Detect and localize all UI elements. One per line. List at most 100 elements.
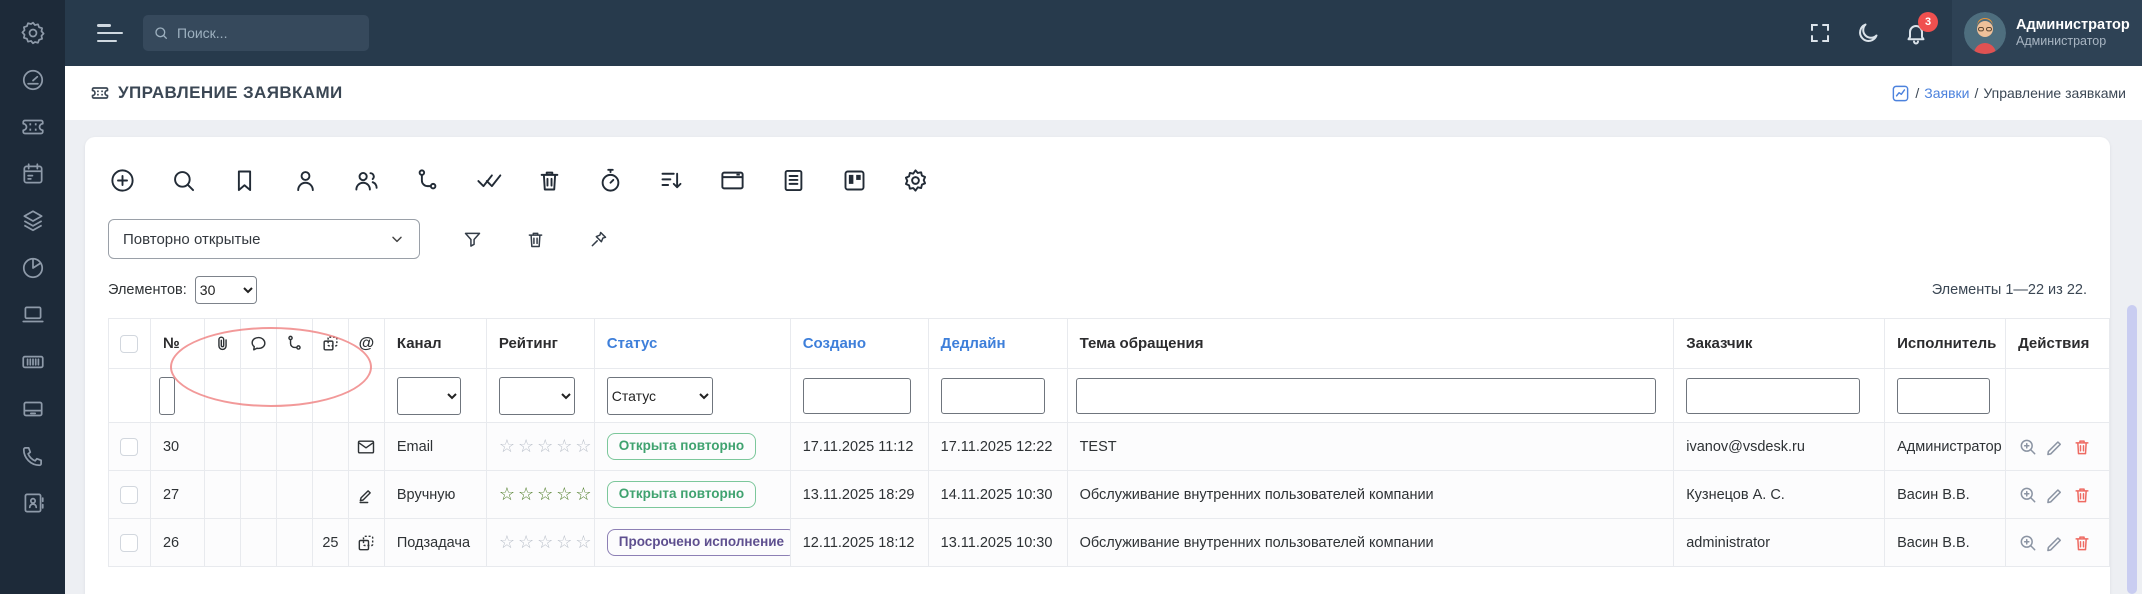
col-header-status[interactable]: Статус xyxy=(595,319,791,369)
sort-descending-button[interactable] xyxy=(656,165,686,195)
assign-user-button[interactable] xyxy=(290,165,320,195)
filter-deadline-input[interactable] xyxy=(941,378,1045,414)
saved-filter-select[interactable]: Повторно открытые xyxy=(108,219,420,259)
search-input[interactable] xyxy=(177,25,347,41)
comment-icon[interactable] xyxy=(249,334,268,353)
timer-button[interactable] xyxy=(595,165,625,195)
pie-chart-icon[interactable] xyxy=(20,255,46,281)
row-checkbox[interactable] xyxy=(120,438,138,456)
parent-ticket xyxy=(313,471,349,519)
fullscreen-icon[interactable] xyxy=(1808,21,1832,45)
menu-toggle-icon[interactable] xyxy=(97,24,123,42)
filter-num-input[interactable] xyxy=(159,377,175,415)
archive-icon[interactable] xyxy=(20,396,46,422)
delete-ticket-button[interactable] xyxy=(2072,437,2092,457)
workflow-button[interactable] xyxy=(412,165,442,195)
table-row[interactable]: 30 Email ☆☆☆☆☆ Открыта повторно 17.11.20… xyxy=(109,423,2110,471)
select-all-checkbox[interactable] xyxy=(120,335,138,353)
breadcrumb-current: Управление заявками xyxy=(1983,85,2126,101)
contacts-icon[interactable] xyxy=(20,490,46,516)
global-search[interactable] xyxy=(143,15,369,51)
edit-ticket-button[interactable] xyxy=(2045,485,2065,505)
subject-cell[interactable]: TEST xyxy=(1068,423,1675,471)
breadcrumb-separator: / xyxy=(1915,85,1919,101)
subject-cell[interactable]: Обслуживание внутренних пользователей ко… xyxy=(1068,519,1675,567)
per-page-select[interactable]: 30 xyxy=(195,276,257,304)
subtask-icon[interactable] xyxy=(285,334,304,353)
col-header-assignee[interactable]: Исполнитель xyxy=(1885,319,2006,369)
search-tickets-button[interactable] xyxy=(168,165,198,195)
window-view-button[interactable] xyxy=(717,165,747,195)
row-checkbox[interactable] xyxy=(120,486,138,504)
col-header-created[interactable]: Создано xyxy=(791,319,929,369)
view-ticket-button[interactable] xyxy=(2018,485,2038,505)
ticket-icon[interactable] xyxy=(20,114,46,140)
filter-created-input[interactable] xyxy=(803,378,911,414)
rating-stars[interactable]: ☆☆☆☆☆ xyxy=(499,436,595,457)
add-ticket-button[interactable] xyxy=(107,165,137,195)
deadline-cell: 14.11.2025 10:30 xyxy=(929,471,1068,519)
phone-icon[interactable] xyxy=(20,443,46,469)
bookmark-button[interactable] xyxy=(229,165,259,195)
filter-assignee-input[interactable] xyxy=(1897,378,1990,414)
rating-stars[interactable]: ☆☆☆☆☆ xyxy=(499,484,595,505)
filter-channel-select[interactable] xyxy=(397,377,461,415)
chart-icon[interactable] xyxy=(1891,84,1910,103)
col-header-customer[interactable]: Заказчик xyxy=(1674,319,1885,369)
filter-subject-input[interactable] xyxy=(1076,378,1656,414)
edit-ticket-button[interactable] xyxy=(2045,437,2065,457)
paperclip-icon[interactable] xyxy=(213,334,232,353)
filter-customer-input[interactable] xyxy=(1686,378,1860,414)
ticket-icon xyxy=(90,83,110,103)
filter-rating-select[interactable] xyxy=(499,377,575,415)
pencil-icon xyxy=(356,485,376,505)
range-text: Элементы 1—22 из 22. xyxy=(1932,282,2087,298)
laptop-icon[interactable] xyxy=(20,302,46,328)
kanban-button[interactable] xyxy=(839,165,869,195)
layers-icon[interactable] xyxy=(20,208,46,234)
filter-status-select[interactable]: Статус xyxy=(607,377,713,415)
delete-ticket-button[interactable] xyxy=(2072,485,2092,505)
apply-filter-icon[interactable] xyxy=(462,229,483,250)
col-header-subject[interactable]: Тема обращения xyxy=(1068,319,1675,369)
created-cell: 13.11.2025 18:29 xyxy=(791,471,929,519)
delete-filter-icon[interactable] xyxy=(525,229,546,250)
report-button[interactable] xyxy=(778,165,808,195)
dashboard-icon[interactable] xyxy=(20,67,46,93)
pin-filter-icon[interactable] xyxy=(588,229,609,250)
breadcrumb-link-tickets[interactable]: Заявки xyxy=(1924,85,1969,101)
mention-icon[interactable]: @ xyxy=(359,335,375,353)
vertical-scrollbar[interactable] xyxy=(2127,305,2137,594)
email-icon xyxy=(356,437,376,457)
view-ticket-button[interactable] xyxy=(2018,437,2038,457)
delete-button[interactable] xyxy=(534,165,564,195)
subject-cell[interactable]: Обслуживание внутренних пользователей ко… xyxy=(1068,471,1675,519)
filter-bar: Повторно открытые xyxy=(108,219,2110,259)
ticket-number: 30 xyxy=(151,423,205,471)
rating-stars[interactable]: ☆☆☆☆☆ xyxy=(499,532,595,553)
assign-group-button[interactable] xyxy=(351,165,381,195)
col-header-rating[interactable]: Рейтинг xyxy=(487,319,595,369)
user-menu[interactable]: Администратор Администратор xyxy=(1952,0,2142,66)
dark-mode-icon[interactable] xyxy=(1856,21,1880,45)
notifications-bell-icon[interactable]: 3 xyxy=(1904,21,1928,45)
table-settings-button[interactable] xyxy=(900,165,930,195)
avatar xyxy=(1964,12,2006,54)
copies-icon[interactable] xyxy=(321,334,340,353)
col-header-deadline[interactable]: Дедлайн xyxy=(929,319,1068,369)
search-icon xyxy=(153,25,169,41)
view-ticket-button[interactable] xyxy=(2018,533,2038,553)
col-header-channel[interactable]: Канал xyxy=(385,319,487,369)
settings-icon[interactable] xyxy=(20,20,46,46)
table-row[interactable]: 26 25 Подзадача ☆☆☆☆☆ Просрочено исполне… xyxy=(109,519,2110,567)
approve-button[interactable] xyxy=(473,165,503,195)
delete-ticket-button[interactable] xyxy=(2072,533,2092,553)
col-header-num[interactable]: № xyxy=(151,319,205,369)
table-row[interactable]: 27 Вручную ☆☆☆☆☆ Открыта повторно 13.11.… xyxy=(109,471,2110,519)
calendar-icon[interactable] xyxy=(20,161,46,187)
channel-cell: Email xyxy=(385,423,487,471)
barcode-icon[interactable] xyxy=(20,349,46,375)
row-checkbox[interactable] xyxy=(120,534,138,552)
user-role: Администратор xyxy=(2016,34,2130,50)
edit-ticket-button[interactable] xyxy=(2045,533,2065,553)
